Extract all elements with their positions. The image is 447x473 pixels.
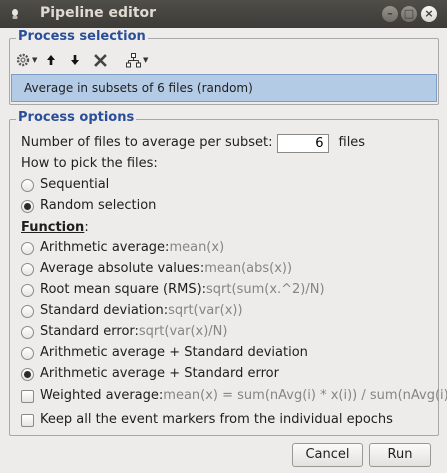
chevron-down-icon: ▼ xyxy=(143,56,149,64)
option-average-absolute[interactable]: Average absolute values: mean(abs(x)) xyxy=(21,259,292,279)
option-hint: mean(x) = sum(nAvg(i) * x(i)) / sum(nAvg… xyxy=(163,388,447,403)
weighted-average-option[interactable]: Weighted average: mean(x) = sum(nAvg(i) … xyxy=(21,386,447,406)
function-heading: Function : xyxy=(21,218,89,238)
checkbox[interactable] xyxy=(21,389,34,403)
title-bar: Pipeline editor – □ × xyxy=(0,0,447,28)
option-label: Arithmetic average + Standard deviation xyxy=(40,345,308,360)
gear-icon xyxy=(16,53,30,67)
radio-button-selected[interactable] xyxy=(21,367,34,381)
tree-menu-button[interactable]: ▼ xyxy=(126,49,148,71)
option-label: Arithmetic average + Standard error xyxy=(40,366,279,381)
tree-icon xyxy=(126,52,141,67)
subset-row: Number of files to average per subset: f… xyxy=(21,133,365,153)
option-hint: sqrt(var(x)) xyxy=(168,303,243,318)
selected-process-item[interactable]: Average in subsets of 6 files (random) xyxy=(11,74,437,102)
app-icon xyxy=(12,9,18,19)
process-options-title: Process options xyxy=(16,110,137,125)
settings-menu-button[interactable]: ▼ xyxy=(16,49,37,71)
function-label: Function xyxy=(21,220,85,235)
close-button[interactable]: × xyxy=(421,6,437,22)
option-label: Standard deviation: xyxy=(40,303,169,318)
option-hint: mean(x) xyxy=(169,240,225,255)
option-label: Keep all the event markers from the indi… xyxy=(40,412,393,427)
keep-event-markers-option[interactable]: Keep all the event markers from the indi… xyxy=(21,410,393,430)
option-sequential[interactable]: Sequential xyxy=(21,175,109,195)
subset-unit: files xyxy=(338,135,366,150)
option-label: Weighted average: xyxy=(40,388,164,403)
chevron-down-icon: ▼ xyxy=(32,56,38,64)
radio-button[interactable] xyxy=(21,178,34,192)
move-up-button[interactable] xyxy=(46,49,56,71)
option-label: Root mean square (RMS): xyxy=(40,282,207,297)
process-selection-title: Process selection xyxy=(16,29,148,44)
checkbox[interactable] xyxy=(21,413,34,427)
radio-button[interactable] xyxy=(21,262,34,276)
option-average-plus-std[interactable]: Arithmetic average + Standard deviation xyxy=(21,343,308,363)
move-down-icon xyxy=(71,55,79,65)
option-hint: mean(abs(x)) xyxy=(204,261,293,276)
option-hint: sqrt(sum(x.^2)/N) xyxy=(206,282,325,297)
process-selection-group: Process selection ▼ ▼ Average in subsets… xyxy=(9,29,439,105)
option-label: Average absolute values: xyxy=(40,261,205,276)
option-hint: sqrt(var(x)/N) xyxy=(138,324,228,339)
option-label: Standard error: xyxy=(40,324,139,339)
option-label: Arithmetic average: xyxy=(40,240,170,255)
delete-button[interactable] xyxy=(94,49,107,71)
function-colon: : xyxy=(84,220,89,235)
option-rms[interactable]: Root mean square (RMS): sqrt(sum(x.^2)/N… xyxy=(21,280,325,300)
window-title: Pipeline editor xyxy=(40,5,157,21)
run-button[interactable]: Run xyxy=(369,443,431,467)
subset-size-input[interactable] xyxy=(276,133,329,153)
option-arithmetic-average[interactable]: Arithmetic average: mean(x) xyxy=(21,238,224,258)
option-average-plus-stderr[interactable]: Arithmetic average + Standard error xyxy=(21,364,279,384)
radio-button[interactable] xyxy=(21,304,34,318)
option-label: Sequential xyxy=(40,177,110,192)
maximize-button[interactable]: □ xyxy=(401,6,417,22)
move-down-button[interactable] xyxy=(70,49,80,71)
delete-icon xyxy=(94,53,107,67)
radio-button[interactable] xyxy=(21,241,34,255)
option-label: Random selection xyxy=(40,198,157,213)
subset-label: Number of files to average per subset: xyxy=(21,135,273,150)
process-options-group: Process options Number of files to avera… xyxy=(9,110,447,436)
option-standard-error[interactable]: Standard error: sqrt(var(x)/N) xyxy=(21,322,227,342)
cancel-button[interactable]: Cancel xyxy=(292,443,363,467)
option-random-selection[interactable]: Random selection xyxy=(21,196,156,216)
pick-label: How to pick the files: xyxy=(21,156,158,171)
radio-button-selected[interactable] xyxy=(21,199,34,213)
move-up-icon xyxy=(47,55,55,65)
radio-button[interactable] xyxy=(21,325,34,339)
radio-button[interactable] xyxy=(21,283,34,297)
radio-button[interactable] xyxy=(21,346,34,360)
pipeline-editor-window: Pipeline editor – □ × Process selection … xyxy=(0,0,447,473)
option-standard-deviation[interactable]: Standard deviation: sqrt(var(x)) xyxy=(21,301,243,321)
minimize-button[interactable]: – xyxy=(382,6,398,22)
